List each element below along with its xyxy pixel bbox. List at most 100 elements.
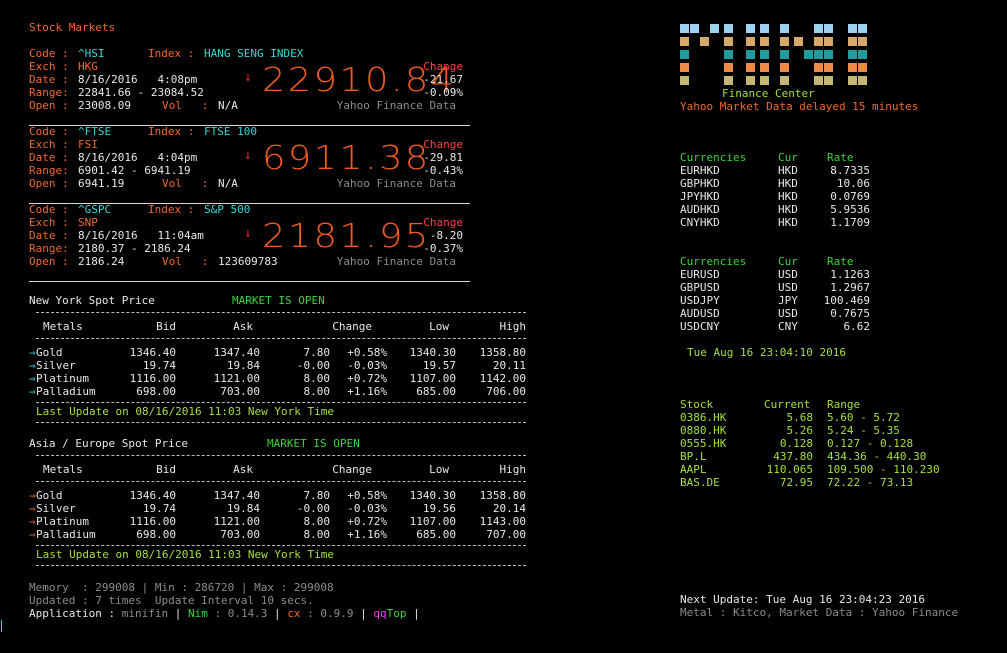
stock-symbol: BAS.DE xyxy=(680,476,720,489)
metal-name: Palladium xyxy=(36,528,96,541)
metal-low: 19.57 xyxy=(422,359,456,372)
range-label: Range: xyxy=(29,86,76,99)
currency-rate: 0.7675 xyxy=(830,307,870,320)
logo-block xyxy=(858,50,867,59)
cx-version: : 0.9.9 xyxy=(300,607,354,620)
range-label: Range: xyxy=(29,242,76,255)
logo-block xyxy=(824,24,833,33)
metal-high: 20.11 xyxy=(492,359,526,372)
currency-pair: EURHKD xyxy=(680,164,720,177)
logo-block xyxy=(746,37,755,46)
change-label: Change xyxy=(423,138,463,151)
open-label: Open : xyxy=(29,255,76,268)
sep: | xyxy=(406,607,420,620)
metals-section-title: New York Spot Price xyxy=(29,294,155,307)
logo-block xyxy=(824,63,833,72)
logo-block xyxy=(760,50,769,59)
metal-name: Palladium xyxy=(36,385,96,398)
currency-rate: 100.469 xyxy=(823,294,870,307)
metal-change: -0.00 xyxy=(296,359,330,372)
stock-current: 437.80 xyxy=(773,450,813,463)
metal-high: 1358.80 xyxy=(479,489,526,502)
stock-header: Stock xyxy=(680,398,714,411)
metal-low: 685.00 xyxy=(416,528,456,541)
col-header-change: Change xyxy=(332,320,372,333)
big-price: 6911.38 xyxy=(262,138,431,177)
logo-block xyxy=(780,76,789,85)
metal-low: 685.00 xyxy=(416,385,456,398)
date-label: Date : xyxy=(29,73,76,86)
terminal-cursor[interactable] xyxy=(1,620,2,632)
stock-symbol: 0555.HK xyxy=(680,437,727,450)
logo-block xyxy=(724,63,733,72)
exch-value: HKG xyxy=(78,60,98,73)
metal-bid: 698.00 xyxy=(136,528,176,541)
current-header: Current xyxy=(764,398,811,411)
date-value: 8/16/2016 4:04pm xyxy=(78,151,198,164)
currency-pair: USDJPY xyxy=(680,294,720,307)
metal-ask: 1347.40 xyxy=(213,489,260,502)
logo-block xyxy=(814,63,823,72)
logo-block xyxy=(858,76,867,85)
delay-notice: Yahoo Market Data delayed 15 minutes xyxy=(680,100,919,113)
logo-block xyxy=(804,50,813,59)
metal-change: -0.00 xyxy=(296,502,330,515)
stock-current: 72.95 xyxy=(779,476,813,489)
date-value: 8/16/2016 4:08pm xyxy=(78,73,198,86)
metal-arrow-icon: ⇒ xyxy=(29,346,36,359)
logo-block xyxy=(760,37,769,46)
memory-info: Memory : 299008 | Min : 286720 | Max : 2… xyxy=(29,581,334,594)
change-pct: -0.37% xyxy=(423,242,463,255)
index-code: ^FTSE xyxy=(78,125,112,138)
top-part: Top xyxy=(386,607,407,620)
metal-arrow-icon: ⇒ xyxy=(29,372,36,385)
logo-block xyxy=(848,24,857,33)
dashed-rule xyxy=(36,338,526,339)
open-label: Open : xyxy=(29,177,76,190)
source-label: Yahoo Finance Data xyxy=(336,255,456,268)
index-label: Index : xyxy=(148,125,201,138)
metal-ask: 19.84 xyxy=(226,359,260,372)
exch-label: Exch : xyxy=(29,216,76,229)
currency-rate: 6.62 xyxy=(843,320,871,333)
logo-block xyxy=(700,37,709,46)
sep: | xyxy=(168,607,188,620)
logo-block xyxy=(746,50,755,59)
logo-block xyxy=(760,63,769,72)
currency-pair: GBPHKD xyxy=(680,177,720,190)
currency-code: HKD xyxy=(778,203,798,216)
metal-change-pct: +0.58% xyxy=(347,346,387,359)
currency-rate: 1.1263 xyxy=(830,268,870,281)
metal-bid: 19.74 xyxy=(142,502,176,515)
code-label: Code : xyxy=(29,47,76,60)
currency-rate: 1.2967 xyxy=(830,281,870,294)
logo-block xyxy=(858,37,867,46)
currency-code: HKD xyxy=(778,177,798,190)
change-label: Change xyxy=(423,60,463,73)
logo-block xyxy=(724,50,733,59)
currency-header: Currencies xyxy=(680,151,747,164)
logo-block xyxy=(794,37,803,46)
index-code: ^GSPC xyxy=(78,203,112,216)
stock-current: 5.68 xyxy=(786,411,814,424)
code-label: Code : xyxy=(29,203,76,216)
logo-block xyxy=(690,24,699,33)
col-header-low: Low xyxy=(429,463,449,476)
stock-symbol: BP.L xyxy=(680,450,707,463)
metal-change-pct: +1.16% xyxy=(347,385,387,398)
logo-block xyxy=(824,37,833,46)
range-value: 6901.42 - 6941.19 xyxy=(78,164,191,177)
logo-block xyxy=(760,24,769,33)
metal-high: 706.00 xyxy=(486,385,526,398)
logo-block xyxy=(746,76,755,85)
rate-header: Rate xyxy=(827,255,854,268)
currency-code: USD xyxy=(778,307,798,320)
metal-name: Platinum xyxy=(36,372,89,385)
rate-header: Rate xyxy=(827,151,854,164)
col-header-bid: Bid xyxy=(156,320,176,333)
source-label: Yahoo Finance Data xyxy=(336,177,456,190)
metal-ask: 19.84 xyxy=(226,502,260,515)
vol-label: Vol : xyxy=(162,99,215,112)
current-datetime: Tue Aug 16 23:04:10 2016 xyxy=(687,346,846,359)
logo-block xyxy=(680,50,689,59)
